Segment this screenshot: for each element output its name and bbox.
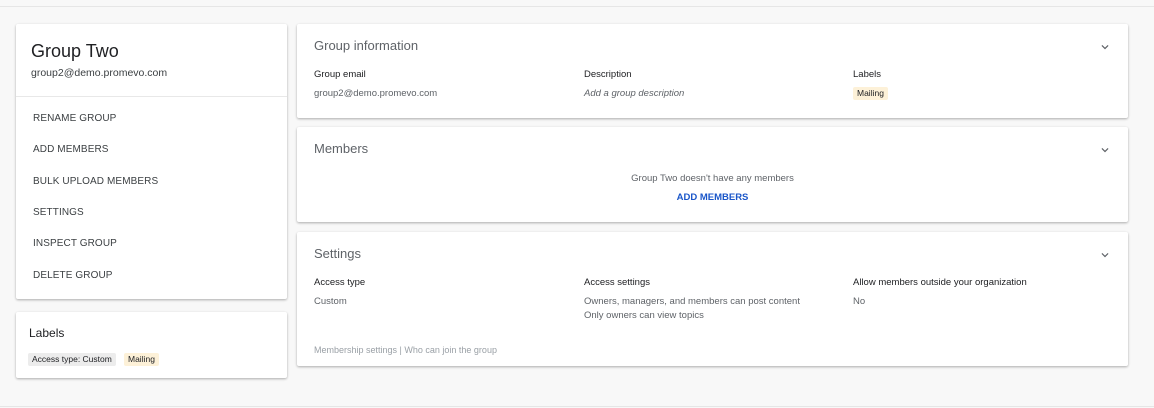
labels-label: Labels bbox=[853, 69, 881, 80]
group-email: group2@demo.promevo.com bbox=[31, 67, 168, 79]
top-divider bbox=[0, 6, 1154, 7]
who-can-join-link[interactable]: Who can join the group bbox=[404, 345, 497, 355]
bulk-upload-members-button[interactable]: BULK UPLOAD MEMBERS bbox=[33, 176, 158, 187]
access-type-value: Custom bbox=[314, 296, 347, 307]
label-chip-mailing: Mailing bbox=[124, 353, 159, 366]
panel-title: Members bbox=[314, 141, 369, 156]
bottom-divider bbox=[0, 406, 1154, 407]
group-information-panel: Group information Group email group2@dem… bbox=[297, 24, 1128, 118]
membership-settings-link[interactable]: Membership settings bbox=[314, 345, 397, 355]
chevron-down-icon[interactable] bbox=[1098, 143, 1112, 157]
access-type-label: Access type bbox=[314, 277, 366, 288]
description-field[interactable]: Add a group description bbox=[584, 88, 684, 99]
panel-title: Group information bbox=[314, 38, 419, 53]
rename-group-button[interactable]: RENAME GROUP bbox=[33, 113, 116, 124]
empty-members-message: Group Two doesn't have any members bbox=[631, 173, 794, 184]
access-settings-line-1: Owners, managers, and members can post c… bbox=[584, 296, 800, 307]
settings-button[interactable]: SETTINGS bbox=[33, 207, 84, 218]
chevron-down-icon[interactable] bbox=[1098, 40, 1112, 54]
label-chip-access-type: Access type: Custom bbox=[28, 353, 116, 366]
group-email-value: group2@demo.promevo.com bbox=[314, 88, 438, 99]
divider bbox=[16, 96, 287, 97]
membership-links: Membership settings | Who can join the g… bbox=[314, 345, 497, 355]
description-label: Description bbox=[584, 69, 632, 80]
chevron-down-icon[interactable] bbox=[1098, 248, 1112, 262]
group-name: Group Two bbox=[31, 41, 119, 61]
labels-card: Labels Access type: Custom Mailing bbox=[16, 312, 287, 378]
outside-members-value: No bbox=[853, 296, 866, 307]
labels-title: Labels bbox=[29, 326, 65, 340]
access-settings-label: Access settings bbox=[584, 277, 650, 288]
members-panel: Members Group Two doesn't have any membe… bbox=[297, 127, 1128, 222]
add-members-button[interactable]: ADD MEMBERS bbox=[33, 144, 109, 155]
delete-group-button[interactable]: DELETE GROUP bbox=[33, 270, 113, 281]
group-summary-card: Group Two group2@demo.promevo.com RENAME… bbox=[16, 24, 287, 299]
outside-members-label: Allow members outside your organization bbox=[853, 277, 1027, 288]
group-email-label: Group email bbox=[314, 69, 366, 80]
inspect-group-button[interactable]: INSPECT GROUP bbox=[33, 238, 117, 249]
panel-title: Settings bbox=[314, 246, 361, 261]
add-members-link[interactable]: ADD MEMBERS bbox=[297, 192, 1128, 203]
settings-panel: Settings Access type Custom Access setti… bbox=[297, 232, 1128, 366]
access-settings-line-2: Only owners can view topics bbox=[584, 310, 704, 321]
label-chip-mailing: Mailing bbox=[853, 87, 888, 100]
